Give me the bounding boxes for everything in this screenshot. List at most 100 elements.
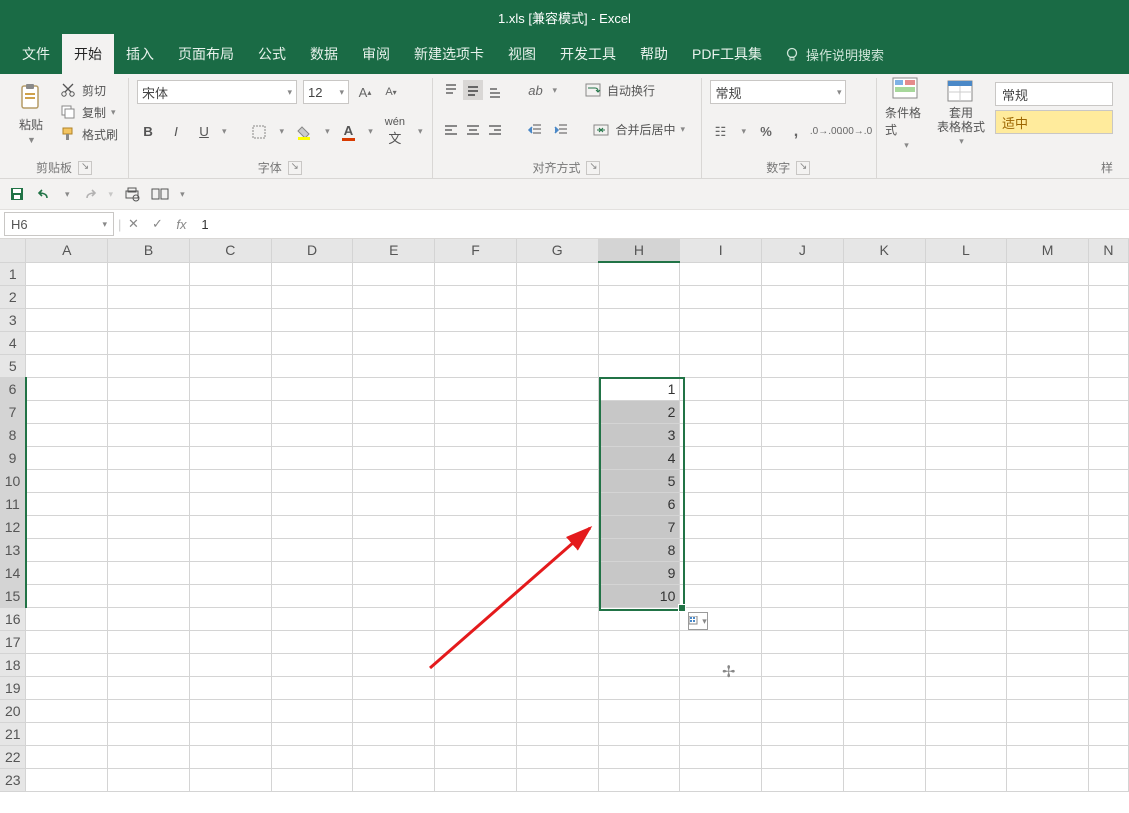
cell-D7[interactable] xyxy=(271,400,353,423)
cell-I13[interactable] xyxy=(680,538,762,561)
cell-M20[interactable] xyxy=(1007,699,1089,722)
col-header-E[interactable]: E xyxy=(353,239,435,262)
cell-N15[interactable] xyxy=(1088,584,1128,607)
cell-G2[interactable] xyxy=(516,285,598,308)
cell-A3[interactable] xyxy=(26,308,108,331)
cell-E23[interactable] xyxy=(353,768,435,791)
cell-H20[interactable] xyxy=(598,699,680,722)
cell-N22[interactable] xyxy=(1088,745,1128,768)
cell-H22[interactable] xyxy=(598,745,680,768)
cell-C11[interactable] xyxy=(189,492,271,515)
cell-G17[interactable] xyxy=(516,630,598,653)
merge-center-button[interactable]: 合并后居中▾ xyxy=(591,120,685,140)
row-header-10[interactable]: 10 xyxy=(0,469,26,492)
cell-D9[interactable] xyxy=(271,446,353,469)
cell-L4[interactable] xyxy=(925,331,1007,354)
cell-J4[interactable] xyxy=(762,331,844,354)
cell-E8[interactable] xyxy=(353,423,435,446)
accounting-icon[interactable]: ☷ xyxy=(710,122,730,142)
row-header-6[interactable]: 6 xyxy=(0,377,26,400)
cell-E9[interactable] xyxy=(353,446,435,469)
cell-G1[interactable] xyxy=(516,262,598,285)
col-header-M[interactable]: M xyxy=(1007,239,1089,262)
cell-E17[interactable] xyxy=(353,630,435,653)
ribbon-tab-页面布局[interactable]: 页面布局 xyxy=(166,34,246,74)
row-header-7[interactable]: 7 xyxy=(0,400,26,423)
row-header-5[interactable]: 5 xyxy=(0,354,26,377)
cell-E20[interactable] xyxy=(353,699,435,722)
cell-L16[interactable] xyxy=(925,607,1007,630)
cell-I9[interactable] xyxy=(680,446,762,469)
increase-indent-icon[interactable] xyxy=(551,120,571,140)
cell-F14[interactable] xyxy=(435,561,517,584)
cell-M7[interactable] xyxy=(1007,400,1089,423)
cell-H15[interactable]: 10 xyxy=(598,584,680,607)
underline-button[interactable]: U xyxy=(193,121,215,143)
row-header-2[interactable]: 2 xyxy=(0,285,26,308)
cut-button[interactable]: 剪切 xyxy=(58,80,118,100)
cell-B19[interactable] xyxy=(108,676,190,699)
cell-K1[interactable] xyxy=(843,262,925,285)
cell-F18[interactable] xyxy=(435,653,517,676)
cell-M4[interactable] xyxy=(1007,331,1089,354)
undo-icon[interactable] xyxy=(36,185,54,203)
cell-L10[interactable] xyxy=(925,469,1007,492)
cell-G13[interactable] xyxy=(516,538,598,561)
cell-D16[interactable] xyxy=(271,607,353,630)
conditional-format-button[interactable]: 条件格式▾ xyxy=(885,80,927,146)
cell-M15[interactable] xyxy=(1007,584,1089,607)
row-header-18[interactable]: 18 xyxy=(0,653,26,676)
cell-I19[interactable] xyxy=(680,676,762,699)
row-header-21[interactable]: 21 xyxy=(0,722,26,745)
cell-F13[interactable] xyxy=(435,538,517,561)
cell-I12[interactable] xyxy=(680,515,762,538)
cell-I15[interactable] xyxy=(680,584,762,607)
col-header-A[interactable]: A xyxy=(26,239,108,262)
cell-D21[interactable] xyxy=(271,722,353,745)
cell-B20[interactable] xyxy=(108,699,190,722)
copy-button[interactable]: 复制▾ xyxy=(58,102,118,122)
align-left-icon[interactable] xyxy=(441,120,461,140)
cell-L18[interactable] xyxy=(925,653,1007,676)
cell-A15[interactable] xyxy=(26,584,108,607)
touch-mode-icon[interactable] xyxy=(151,185,169,203)
cell-H14[interactable]: 9 xyxy=(598,561,680,584)
cell-A12[interactable] xyxy=(26,515,108,538)
cell-E11[interactable] xyxy=(353,492,435,515)
cell-D4[interactable] xyxy=(271,331,353,354)
row-header-14[interactable]: 14 xyxy=(0,561,26,584)
cell-J10[interactable] xyxy=(762,469,844,492)
cell-B8[interactable] xyxy=(108,423,190,446)
cell-H5[interactable] xyxy=(598,354,680,377)
cell-N1[interactable] xyxy=(1088,262,1128,285)
row-header-16[interactable]: 16 xyxy=(0,607,26,630)
cell-L23[interactable] xyxy=(925,768,1007,791)
cell-E3[interactable] xyxy=(353,308,435,331)
cell-C6[interactable] xyxy=(189,377,271,400)
dialog-launcher-icon[interactable]: ↘ xyxy=(288,161,302,175)
style-normal[interactable]: 常规 xyxy=(995,82,1113,106)
cell-E19[interactable] xyxy=(353,676,435,699)
cell-L20[interactable] xyxy=(925,699,1007,722)
cell-C5[interactable] xyxy=(189,354,271,377)
cell-K21[interactable] xyxy=(843,722,925,745)
cell-C7[interactable] xyxy=(189,400,271,423)
fx-icon[interactable]: fx xyxy=(169,217,193,232)
cell-B15[interactable] xyxy=(108,584,190,607)
cell-I7[interactable] xyxy=(680,400,762,423)
cell-N20[interactable] xyxy=(1088,699,1128,722)
cell-D13[interactable] xyxy=(271,538,353,561)
cell-H4[interactable] xyxy=(598,331,680,354)
row-header-9[interactable]: 9 xyxy=(0,446,26,469)
tell-me-search[interactable]: 操作说明搜索 xyxy=(784,34,884,74)
cell-L1[interactable] xyxy=(925,262,1007,285)
cell-E18[interactable] xyxy=(353,653,435,676)
cell-M14[interactable] xyxy=(1007,561,1089,584)
cell-K16[interactable] xyxy=(843,607,925,630)
row-header-23[interactable]: 23 xyxy=(0,768,26,791)
col-header-K[interactable]: K xyxy=(843,239,925,262)
cell-D12[interactable] xyxy=(271,515,353,538)
cell-J7[interactable] xyxy=(762,400,844,423)
comma-icon[interactable]: , xyxy=(786,122,806,142)
cell-B18[interactable] xyxy=(108,653,190,676)
